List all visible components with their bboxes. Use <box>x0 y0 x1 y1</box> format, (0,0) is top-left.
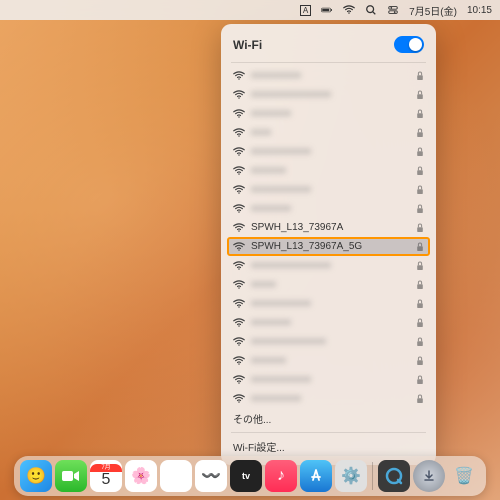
network-name: xxxxxxxxxxxxxxx <box>251 336 410 347</box>
dock: 🙂 7月5 🌸 〰️ 🣿tv ♪ ⚙️ 🗑️ <box>14 456 486 496</box>
network-name: xxxxxxxx <box>251 317 410 328</box>
dock-calendar[interactable]: 7月5 <box>90 460 122 492</box>
wifi-panel-title: Wi-Fi <box>233 38 262 52</box>
network-name: xxxxxxx <box>251 355 410 366</box>
network-list: xxxxxxxxxxxxxxxxxxxxxxxxxxxxxxxxxxxxxxxx… <box>221 66 436 408</box>
network-item[interactable]: xxxxx <box>221 275 436 294</box>
network-item[interactable]: xxxxxxxxxxxxxxxx <box>221 256 436 275</box>
network-item[interactable]: xxxxxxx <box>221 351 436 370</box>
input-source-indicator[interactable]: A <box>300 5 311 16</box>
dock-freeform[interactable]: 〰️ <box>195 460 227 492</box>
separator <box>231 432 426 433</box>
dock-tv[interactable]: 🣿tv <box>230 460 262 492</box>
network-name: xxxxxxxxxx <box>251 393 410 404</box>
dock-appstore[interactable] <box>300 460 332 492</box>
network-name: xxxxxxxxxxxx <box>251 374 410 385</box>
desktop: A 7月5日(金) 10:15 Wi-Fi xxxxxxxxxxxxxxxxxx… <box>0 0 500 500</box>
network-item[interactable]: xxxxxxxxxxxx <box>221 180 436 199</box>
dock-separator <box>372 462 373 490</box>
network-item[interactable]: xxxxxxxxxxxx <box>221 370 436 389</box>
network-item[interactable]: SPWH_L13_73967A_5G <box>227 237 430 256</box>
dock-trash[interactable]: 🗑️ <box>448 460 480 492</box>
wifi-icon[interactable] <box>343 4 355 16</box>
network-name: xxxxxxx <box>251 165 410 176</box>
menubar-time[interactable]: 10:15 <box>467 5 492 16</box>
network-name: xxxxxxxxxxxx <box>251 298 410 309</box>
network-name: SPWH_L13_73967A_5G <box>251 241 410 252</box>
network-item[interactable]: xxxxxxxx <box>221 199 436 218</box>
dock-settings[interactable]: ⚙️ <box>335 460 367 492</box>
network-item[interactable]: xxxxxxxxxxxxxxx <box>221 332 436 351</box>
dock-downloads[interactable] <box>413 460 445 492</box>
control-center-icon[interactable] <box>387 4 399 16</box>
network-item[interactable]: xxxxxxx <box>221 161 436 180</box>
wifi-panel: Wi-Fi xxxxxxxxxxxxxxxxxxxxxxxxxxxxxxxxxx… <box>221 24 436 465</box>
separator <box>231 62 426 63</box>
network-name: xxxxxxxxxxxxxxxx <box>251 260 410 271</box>
dock-facetime[interactable] <box>55 460 87 492</box>
network-item[interactable]: xxxxxxxxxxxxxxxx <box>221 85 436 104</box>
dock-photos[interactable]: 🌸 <box>125 460 157 492</box>
network-item[interactable]: xxxxxxxxxxxx <box>221 294 436 313</box>
network-item[interactable]: xxxxxxxxxxxx <box>221 142 436 161</box>
network-name: xxxxxxxxxxxx <box>251 184 410 195</box>
wifi-toggle[interactable] <box>394 36 424 53</box>
network-item[interactable]: xxxx <box>221 123 436 142</box>
network-item[interactable]: SPWH_L13_73967A <box>221 218 436 237</box>
menubar-date[interactable]: 7月5日(金) <box>409 3 457 18</box>
network-name: xxxxxxxxxxxx <box>251 146 410 157</box>
menubar: A 7月5日(金) 10:15 <box>0 0 500 20</box>
dock-quicktime[interactable] <box>378 460 410 492</box>
network-name: xxxxxxxxxx <box>251 70 410 81</box>
network-name: xxxxxxxx <box>251 203 410 214</box>
search-icon[interactable] <box>365 4 377 16</box>
network-item[interactable]: xxxxxxxxxx <box>221 66 436 85</box>
wifi-settings[interactable]: Wi-Fi設定... <box>221 436 436 457</box>
dock-finder[interactable]: 🙂 <box>20 460 52 492</box>
other-networks[interactable]: その他... <box>221 408 436 429</box>
network-name: SPWH_L13_73967A <box>251 222 410 233</box>
dock-music[interactable]: ♪ <box>265 460 297 492</box>
network-name: xxxxxxxxxxxxxxxx <box>251 89 410 100</box>
network-item[interactable]: xxxxxxxx <box>221 104 436 123</box>
network-name: xxxxx <box>251 279 410 290</box>
network-name: xxxx <box>251 127 410 138</box>
dock-reminders[interactable] <box>160 460 192 492</box>
network-name: xxxxxxxx <box>251 108 410 119</box>
network-item[interactable]: xxxxxxxx <box>221 313 436 332</box>
battery-icon[interactable] <box>321 4 333 16</box>
network-item[interactable]: xxxxxxxxxx <box>221 389 436 408</box>
